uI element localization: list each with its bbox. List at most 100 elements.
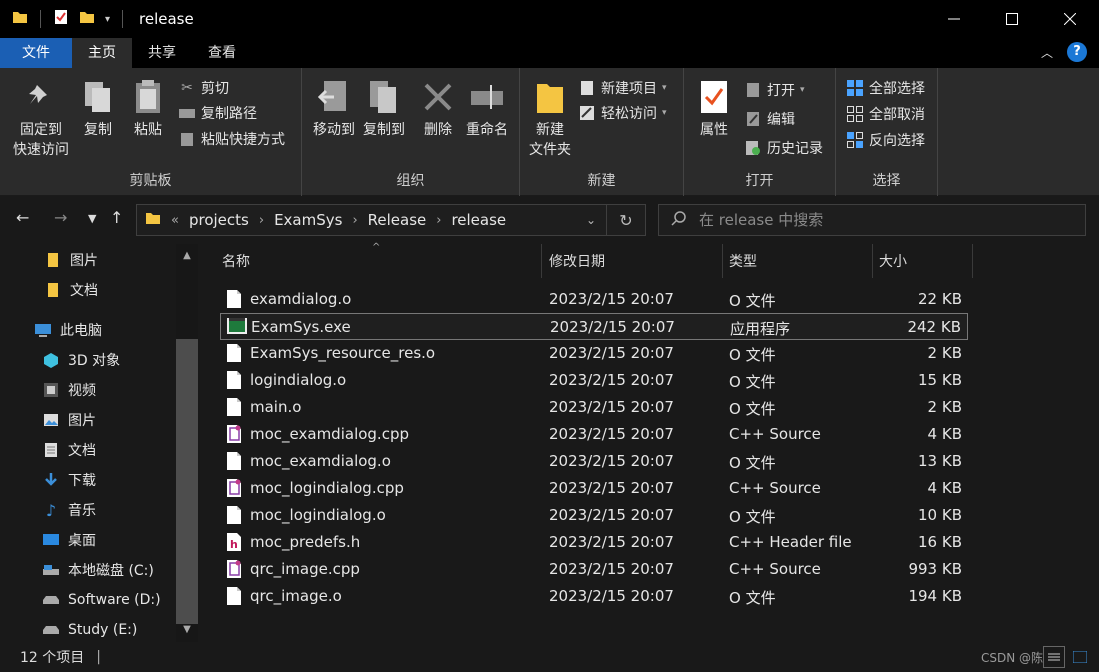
open-button[interactable]: 打开 ▾ <box>744 78 805 102</box>
column-header-date[interactable]: 修改日期 <box>543 244 723 278</box>
table-row[interactable]: qrc_image.cpp 2023/2/15 20:07 C++ Source 99… <box>220 556 968 583</box>
table-row[interactable]: moc_logindialog.o 2023/2/15 20:07 O 文件 10 K… <box>220 502 968 529</box>
file-icon <box>226 586 244 606</box>
select-group: 全部选择 全部取消 反向选择 选择 <box>836 68 938 196</box>
large-icons-view-button[interactable] <box>1069 646 1091 668</box>
nav-item-music[interactable]: ♪ 音乐 <box>42 495 96 525</box>
search-input[interactable] <box>699 211 1059 229</box>
details-view-button[interactable] <box>1043 646 1065 668</box>
dropdown-icon[interactable]: ▾ <box>105 14 110 25</box>
new-item-button[interactable]: 新建项目 ▾ <box>578 76 667 100</box>
file-size: 4 KB <box>927 425 962 443</box>
edit-button[interactable]: 编辑 <box>744 107 795 131</box>
breadcrumb-item[interactable]: projects <box>189 211 249 229</box>
cut-button[interactable]: ✂ 剪切 <box>178 76 229 100</box>
rename-button[interactable]: 重命名 <box>462 76 512 140</box>
pin-quick-access-button[interactable]: 固定到 快速访问 <box>8 76 74 160</box>
nav-item-3d-objects[interactable]: 3D 对象 <box>42 345 120 375</box>
scroll-down-icon[interactable]: ▼ <box>176 620 198 640</box>
properties-button[interactable]: 属性 <box>692 76 736 140</box>
table-row[interactable]: qrc_image.o 2023/2/15 20:07 O 文件 194 KB <box>220 583 968 610</box>
nav-item-documents[interactable]: 文档 <box>42 435 96 465</box>
select-all-button[interactable]: 全部选择 <box>846 76 925 100</box>
nav-item-this-pc[interactable]: 此电脑 <box>34 315 102 345</box>
up-arrow-icon[interactable]: ↑ <box>110 208 123 227</box>
scrollbar-thumb[interactable] <box>176 339 198 624</box>
copy-to-button[interactable]: 复制到 <box>356 76 412 140</box>
scroll-up-icon[interactable]: ▲ <box>176 246 198 266</box>
nav-item-label: 下载 <box>68 473 96 489</box>
nav-item-drive-d[interactable]: Software (D:) <box>42 585 161 615</box>
header-file-icon: h <box>226 532 244 552</box>
nav-item-drive-c[interactable]: 本地磁盘 (C:) <box>42 555 154 585</box>
breadcrumb-item[interactable]: ExamSys <box>274 211 342 229</box>
nav-item-label: 3D 对象 <box>68 353 121 369</box>
nav-item-label: Study (E:) <box>68 622 138 638</box>
computer-icon <box>34 321 52 339</box>
search-box[interactable] <box>658 204 1086 236</box>
help-icon[interactable]: ? <box>1067 42 1087 62</box>
table-row[interactable]: moc_examdialog.cpp 2023/2/15 20:07 C++ Sou… <box>220 421 968 448</box>
table-row[interactable]: ExamSys_resource_res.o 2023/2/15 20:07 O 文… <box>220 340 968 367</box>
nav-item-drive-e[interactable]: Study (E:) <box>42 615 137 642</box>
chevron-right-icon[interactable]: › <box>436 213 441 228</box>
history-icon <box>744 139 762 157</box>
move-to-button[interactable]: 移动到 <box>306 76 362 140</box>
nav-item-pictures-quick[interactable]: 图片 <box>44 245 98 275</box>
chevron-right-icon[interactable]: › <box>259 213 264 228</box>
new-folder-button[interactable]: 新建 文件夹 <box>526 76 574 160</box>
chevron-down-icon[interactable]: ⌄ <box>576 213 606 227</box>
copy-path-button[interactable]: 复制路径 <box>178 101 257 125</box>
tab-home[interactable]: 主页 <box>72 38 132 68</box>
ribbon: 固定到 快速访问 复制 粘贴 ✂ 剪切 复制路径 粘贴快捷方式 剪贴板 移动到 <box>0 68 1099 196</box>
chevron-right-icon[interactable]: › <box>352 213 357 228</box>
breadcrumb-item[interactable]: Release <box>368 211 427 229</box>
breadcrumb-overflow[interactable]: « <box>171 213 179 228</box>
nav-item-videos[interactable]: 视频 <box>42 375 96 405</box>
easy-access-button[interactable]: 轻松访问 ▾ <box>578 101 667 125</box>
address-bar[interactable]: « projects › ExamSys › Release › release… <box>136 204 646 236</box>
select-none-button[interactable]: 全部取消 <box>846 102 925 126</box>
recent-locations-icon[interactable]: ▼ <box>88 212 96 225</box>
tab-view[interactable]: 查看 <box>192 38 252 68</box>
column-header-type[interactable]: 类型 <box>723 244 873 278</box>
history-button[interactable]: 历史记录 <box>744 136 823 160</box>
column-header-name[interactable]: 名称 ^ <box>216 242 542 278</box>
file-type: O 文件 <box>729 373 776 391</box>
drive-icon <box>42 591 60 609</box>
navpane-scrollbar[interactable]: ▲ ▼ <box>176 244 198 642</box>
nav-item-documents-quick[interactable]: 文档 <box>44 275 98 305</box>
close-button[interactable] <box>1041 0 1099 38</box>
file-type: O 文件 <box>729 508 776 526</box>
table-row[interactable]: logindialog.o 2023/2/15 20:07 O 文件 15 KB <box>220 367 968 394</box>
table-row[interactable]: main.o 2023/2/15 20:07 O 文件 2 KB <box>220 394 968 421</box>
refresh-icon[interactable]: ↻ <box>607 211 645 230</box>
table-row[interactable]: examdialog.o 2023/2/15 20:07 O 文件 22 KB <box>220 286 968 313</box>
file-type: O 文件 <box>729 454 776 472</box>
properties-label: 属性 <box>700 122 728 138</box>
table-row[interactable]: ExamSys.exe 2023/2/15 20:07 应用程序 242 KB <box>220 313 968 340</box>
properties-icon[interactable] <box>53 9 69 29</box>
table-row[interactable]: moc_examdialog.o 2023/2/15 20:07 O 文件 13 KB <box>220 448 968 475</box>
tab-share[interactable]: 共享 <box>132 38 192 68</box>
tab-file[interactable]: 文件 <box>0 38 72 68</box>
nav-item-pictures[interactable]: 图片 <box>42 405 96 435</box>
paste-shortcut-button[interactable]: 粘贴快捷方式 <box>178 127 285 151</box>
minimize-button[interactable] <box>925 0 983 38</box>
maximize-button[interactable] <box>983 0 1041 38</box>
breadcrumb-item[interactable]: release <box>451 211 506 229</box>
invert-selection-button[interactable]: 反向选择 <box>846 128 925 152</box>
paste-button[interactable]: 粘贴 <box>126 76 170 140</box>
new-folder-icon[interactable] <box>79 9 95 29</box>
collapse-ribbon-icon[interactable]: ︿ <box>1041 44 1053 61</box>
delete-button[interactable]: 删除 <box>418 76 458 140</box>
table-row[interactable]: moc_logindialog.cpp 2023/2/15 20:07 C++ So… <box>220 475 968 502</box>
copy-button[interactable]: 复制 <box>76 76 120 140</box>
nav-item-desktop[interactable]: 桌面 <box>42 525 96 555</box>
forward-arrow-icon[interactable]: → <box>54 208 67 227</box>
table-row[interactable]: h moc_predefs.h 2023/2/15 20:07 C++ Header … <box>220 529 968 556</box>
nav-item-downloads[interactable]: 下载 <box>42 465 96 495</box>
column-header-size[interactable]: 大小 <box>873 244 973 278</box>
file-date: 2023/2/15 20:07 <box>550 318 675 336</box>
back-arrow-icon[interactable]: ← <box>16 208 29 227</box>
